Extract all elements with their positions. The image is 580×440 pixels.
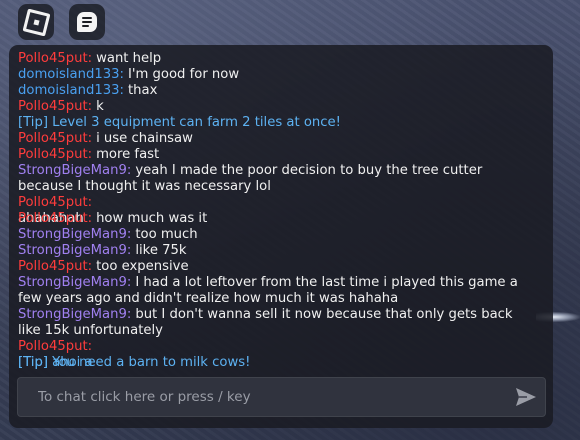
chat-message: Pollo45put: k [18,99,538,115]
chat-sender-name: Pollo45put: [18,259,93,274]
chat-sender-name: StrongBigeMan9: [18,275,132,290]
chat-sender-name: Pollo45put: [18,147,93,162]
chat-message-text: how much was it [96,211,208,226]
chat-message-text: too expensive [96,259,189,274]
chat-sender-name: Pollo45put: [18,211,93,226]
chat-message-text: I'm good for now [127,67,240,82]
chat-message-text: too much [135,227,198,242]
chat-toggle-button[interactable] [69,4,105,40]
chat-message-text: thax [127,83,158,98]
chat-sender-name: StrongBigeMan9: [18,227,132,242]
chat-message: Pollo45put: [18,195,538,211]
chat-window: Pollo45put: want help domoisland133: I'm go… [9,45,553,428]
chat-message: domoisland133: I'm good for now [18,67,538,83]
chat-sender-name: Pollo45put: [18,99,93,114]
chat-sender-name: domoisland133: [18,83,124,98]
chat-message: domoisland133: thax [18,83,538,99]
chat-message-overlay: Pollo45put: how much was it [18,211,207,227]
chat-system-tip: [Tip] ahoi a [Tip] You need a barn to mil… [18,355,538,371]
chat-message: Pollo45put: [18,339,538,355]
roblox-menu-button[interactable] [18,4,54,40]
chat-sender-name: Pollo45put: [18,339,93,354]
chat-message: StrongBigeMan9: I had a lot leftover from… [18,275,538,307]
chat-sender-name: Pollo45put: [18,195,93,210]
chat-tip-text: [Tip] Level 3 equipment can farm 2 tiles… [18,115,341,130]
chat-message: Pollo45put: i use chainsaw [18,131,538,147]
chat-sender-name: StrongBigeMan9: [18,163,132,178]
chat-sender-name: Pollo45put: [18,131,93,146]
chat-message: Pollo45put: more fast [18,147,538,163]
chat-message-text: like 75k [135,243,187,258]
chat-message-text: k [96,99,104,114]
chat-input[interactable] [18,378,498,416]
roblox-logo-icon [22,8,50,36]
chat-message: Pollo45put: too expensive [18,259,538,275]
chat-bubble-icon [77,12,97,32]
chat-message-scroll: Pollo45put: want help domoisland133: I'm go… [18,51,538,371]
send-arrow-icon[interactable] [514,386,538,408]
chat-message-text: i use chainsaw [96,131,193,146]
chat-sender-name: StrongBigeMan9: [18,243,132,258]
chat-sender-name: StrongBigeMan9: [18,307,132,322]
chat-sender-name: domoisland133: [18,67,124,82]
chat-sender-name: Pollo45put: [18,51,93,66]
chat-message: StrongBigeMan9: but I don't wanna sell it… [18,307,538,339]
chat-message: ahahahah Pollo45put: how much was it [18,211,538,227]
chat-message: StrongBigeMan9: yeah I made the poor deci… [18,163,538,195]
chat-system-tip: [Tip] Level 3 equipment can farm 2 tiles… [18,115,538,131]
chat-tip-text: [Tip] You need a barn to milk cows! [18,355,251,370]
chat-message: StrongBigeMan9: too much [18,227,538,243]
chat-message-text: want help [96,51,162,66]
chat-message-list[interactable]: Pollo45put: want help domoisland133: I'm go… [18,45,538,371]
chat-message: Pollo45put: want help [18,51,538,67]
chat-message-text: more fast [96,147,160,162]
chat-message: StrongBigeMan9: like 75k [18,243,538,259]
chat-input-bar [17,377,546,417]
